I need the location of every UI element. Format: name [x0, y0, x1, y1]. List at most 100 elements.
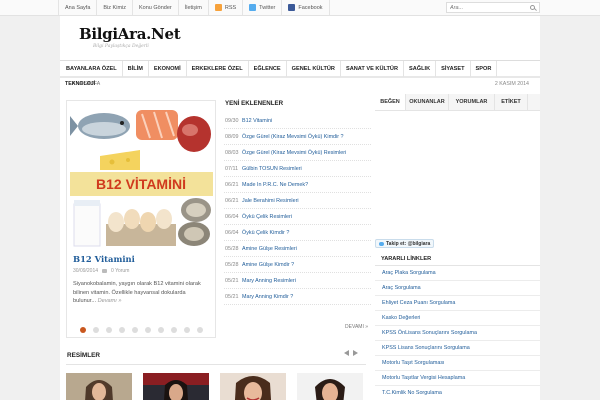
top-nav-contact[interactable]: İletişim	[179, 0, 209, 15]
list-item[interactable]: 05/28 Amine Gülşe Kimdir ?	[224, 257, 371, 273]
arrow-right-icon[interactable]	[353, 350, 358, 356]
featured-read-more[interactable]: Devamı »	[98, 298, 122, 304]
gallery-thumbnail[interactable]	[66, 373, 132, 400]
slider-dot[interactable]	[171, 327, 177, 333]
list-item[interactable]: 06/21 Made In P.R.C. Ne Demek?	[224, 177, 371, 193]
useful-link[interactable]: Motorlu Taşıtlar Vergisi Hesaplama	[375, 371, 540, 386]
slider-dot[interactable]	[93, 327, 99, 333]
post-date: 05/21	[225, 293, 239, 300]
gallery-thumbnails	[66, 373, 363, 400]
meat-icon	[177, 116, 211, 152]
nav-item-bayanlara-ozel[interactable]: BAYANLARA ÖZEL	[60, 61, 123, 77]
gallery-thumbnail[interactable]	[297, 373, 363, 400]
list-item[interactable]: 08/03 Özge Gürel (Kiraz Mevsimi Öykü) Res…	[224, 145, 371, 161]
tab-begen[interactable]: BEĞEN	[375, 94, 406, 110]
list-item[interactable]: 05/28 Amine Gülşe Resimleri	[224, 241, 371, 257]
list-item[interactable]: 06/04 Öykü Çelik Resimleri	[224, 209, 371, 225]
portrait-image	[143, 373, 209, 400]
search-icon[interactable]	[530, 5, 535, 10]
slider-dot[interactable]	[80, 327, 86, 333]
useful-link[interactable]: T.C.Kimlik No Sorgulama	[375, 386, 540, 400]
featured-image[interactable]: B12 VİTAMİNİ	[70, 104, 213, 247]
breadcrumb: ANA SAYFA 2 KASIM 2014	[65, 81, 535, 90]
tab-okunanlar[interactable]: OKUNANLAR	[406, 94, 449, 110]
post-title[interactable]: Gülbin TOSUN Resimleri	[242, 166, 302, 172]
latest-posts: YENİ EKLENENLER 09/30 B12 Vitamini 08/09 Ö…	[224, 100, 371, 338]
nav-item-genel-kultur[interactable]: GENEL KÜLTÜR	[287, 61, 341, 77]
slider-dot[interactable]	[145, 327, 151, 333]
twitter-follow-button[interactable]: Takip et: @bilgiara	[375, 239, 435, 248]
salmon-icon	[136, 110, 178, 140]
nav-item-sanat-ve-kultur[interactable]: SANAT VE KÜLTÜR	[341, 61, 404, 77]
nav-item-erkeklere-ozel[interactable]: ERKEKLERE ÖZEL	[187, 61, 249, 77]
list-item[interactable]: 06/04 Öykü Çelik Kimdir ?	[224, 225, 371, 241]
featured-title[interactable]: B12 Vitamini	[73, 254, 135, 264]
main-nav: BAYANLARA ÖZEL BİLİM EKONOMİ ERKEKLERE Ö…	[60, 60, 540, 78]
slider-dot[interactable]	[106, 327, 112, 333]
post-title[interactable]: Özge Gürel (Kiraz Mevsimi Öykü) Kimdir ?	[242, 134, 344, 140]
gallery-thumbnail[interactable]	[220, 373, 286, 400]
featured-excerpt-text: Siyanokobalamin, yaygın olarak B12 vitam…	[73, 281, 201, 304]
latest-more-link[interactable]: DEVAMI »	[345, 324, 368, 330]
tab-yorumlar[interactable]: YORUMLAR	[449, 94, 495, 110]
logo-tagline: Bilgi Paylaştıkça Değerli	[93, 44, 149, 49]
post-title[interactable]: Mary Anning Kimdir ?	[242, 294, 293, 300]
post-title[interactable]: Mary Anning Resimleri	[242, 278, 296, 284]
slider-pagination	[80, 327, 203, 333]
slider-dot[interactable]	[119, 327, 125, 333]
nav-item-siyaset[interactable]: SİYASET	[436, 61, 471, 77]
post-title[interactable]: Özge Gürel (Kiraz Mevsimi Öykü) Resimler…	[242, 150, 346, 156]
useful-link[interactable]: Araç Sorgulama	[375, 281, 540, 296]
list-item[interactable]: 08/09 Özge Gürel (Kiraz Mevsimi Öykü) Kim…	[224, 129, 371, 145]
arrow-left-icon[interactable]	[344, 350, 349, 356]
list-item[interactable]: 07/11 Gülbin TOSUN Resimleri	[224, 161, 371, 177]
latest-heading: YENİ EKLENENLER	[225, 100, 284, 107]
nav-item-ekonomi[interactable]: EKONOMİ	[149, 61, 187, 77]
list-item[interactable]: 05/21 Mary Anning Kimdir ?	[224, 289, 371, 305]
nav-item-eglence[interactable]: EĞLENCE	[249, 61, 287, 77]
post-title[interactable]: Öykü Çelik Resimleri	[242, 214, 292, 220]
nav-item-spor[interactable]: SPOR	[471, 61, 498, 77]
post-title[interactable]: Made In P.R.C. Ne Demek?	[242, 182, 308, 188]
post-title[interactable]: Jale Berahimi Resimleri	[242, 198, 299, 204]
top-nav-facebook[interactable]: Facebook	[282, 0, 330, 15]
featured-comments[interactable]: 0 Yorum	[111, 268, 129, 274]
slider-dot[interactable]	[158, 327, 164, 333]
top-nav-twitter[interactable]: Twitter	[243, 0, 283, 15]
nav-item-saglik[interactable]: SAĞLIK	[404, 61, 437, 77]
top-nav-rss[interactable]: RSS	[209, 0, 244, 15]
useful-link[interactable]: Kasko Değerleri	[375, 311, 540, 326]
slider-dot[interactable]	[184, 327, 190, 333]
useful-link[interactable]: Araç Plaka Sorgulama	[375, 266, 540, 281]
post-title[interactable]: B12 Vitamini	[242, 118, 272, 124]
top-nav-home[interactable]: Ana Sayfa	[58, 0, 98, 15]
top-nav-about[interactable]: Biz Kimiz	[97, 0, 134, 15]
list-item[interactable]: 06/21 Jale Berahimi Resimleri	[224, 193, 371, 209]
latest-list: 09/30 B12 Vitamini 08/09 Özge Gürel (Kiraz…	[224, 113, 371, 305]
twitter-label: Twitter	[259, 4, 276, 11]
top-nav: Ana Sayfa Biz Kimiz Konu Gönder İletişim…	[58, 0, 330, 15]
vitamin-banner-text: B12 VİTAMİNİ	[96, 176, 186, 192]
facebook-icon	[288, 4, 296, 11]
milk-icon	[73, 200, 101, 247]
search-input[interactable]	[447, 3, 527, 12]
gallery-thumbnail[interactable]	[143, 373, 209, 400]
top-nav-submit[interactable]: Konu Gönder	[133, 0, 179, 15]
post-title[interactable]: Amine Gülşe Kimdir ?	[242, 262, 294, 268]
site-logo[interactable]: BilgiAra.Net Bilgi Paylaştıkça Değerli	[79, 25, 181, 49]
slider-dot[interactable]	[197, 327, 203, 333]
useful-links-heading: YARARLI LİNKLER	[375, 252, 540, 266]
useful-link[interactable]: KPSS Lisans Sonuçlarını Sorgulama	[375, 341, 540, 356]
slider-dot[interactable]	[132, 327, 138, 333]
list-item[interactable]: 09/30 B12 Vitamini	[224, 113, 371, 129]
nav-item-bilim[interactable]: BİLİM	[123, 61, 149, 77]
useful-link[interactable]: Motorlu Taşıt Sorgulaması	[375, 356, 540, 371]
post-title[interactable]: Öykü Çelik Kimdir ?	[242, 230, 289, 236]
nav-item-teknoloji[interactable]: TEKNOLOJİ	[65, 81, 95, 87]
post-title[interactable]: Amine Gülşe Resimleri	[242, 246, 297, 252]
facebook-label: Facebook	[298, 4, 323, 11]
useful-link[interactable]: KPSS ÖnLisans Sonuçlarını Sorgulama	[375, 326, 540, 341]
tab-etiket[interactable]: ETİKET	[495, 94, 528, 110]
list-item[interactable]: 05/21 Mary Anning Resimleri	[224, 273, 371, 289]
useful-link[interactable]: Ehliyet Ceza Puanı Sorgulama	[375, 296, 540, 311]
